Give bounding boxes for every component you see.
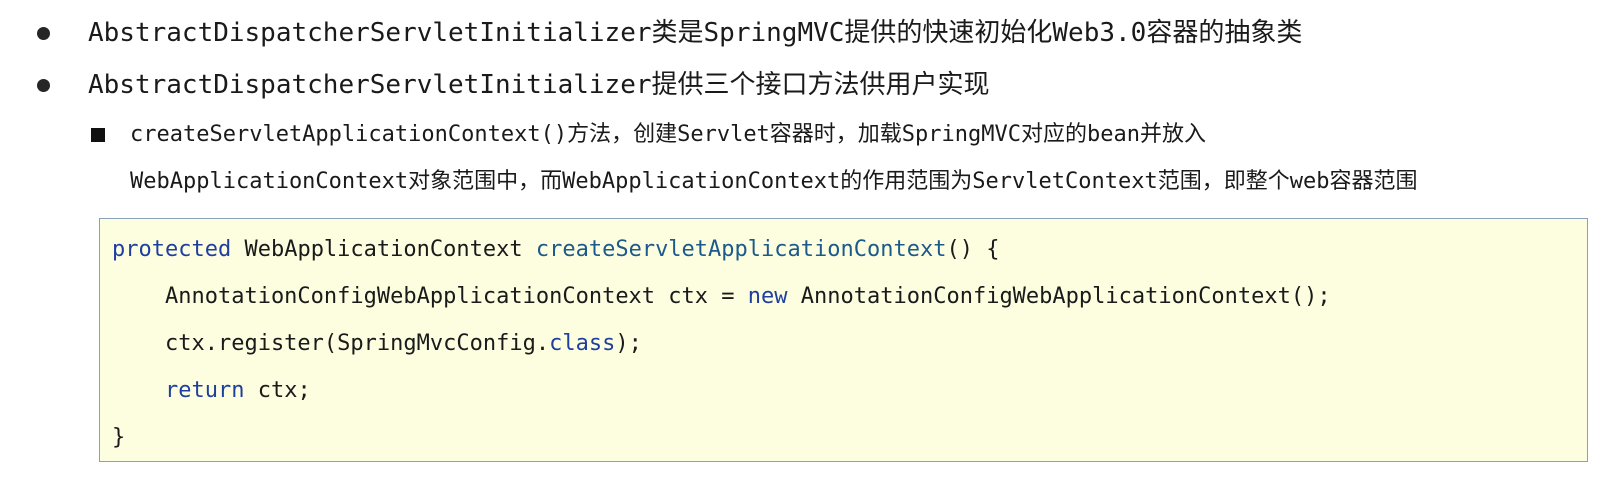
code-text: WebApplicationContext [231, 237, 536, 262]
code-text: () { [946, 237, 1000, 262]
bullet-text-1: AbstractDispatcherServletInitializer类是Sp… [88, 18, 1303, 48]
code-keyword: protected [112, 237, 232, 262]
bullet-text-2: AbstractDispatcherServletInitializer提供三个… [88, 70, 990, 100]
code-block: protected WebApplicationContext createSe… [99, 218, 1588, 462]
sub-bullet-square [91, 128, 105, 142]
code-text: AnnotationConfigWebApplicationContext ct… [112, 284, 748, 309]
code-keyword: return [164, 378, 245, 403]
bullet-dot-2 [37, 79, 50, 92]
code-line-3: ctx.register(SpringMvcConfig.class); [112, 329, 642, 359]
bullet-dot-1 [37, 27, 50, 40]
code-line-2: AnnotationConfigWebApplicationContext ct… [112, 282, 1331, 312]
code-method-name: createServletApplicationContext [535, 237, 947, 262]
code-line-1: protected WebApplicationContext createSe… [112, 235, 999, 265]
code-text: ctx; [244, 378, 311, 403]
code-line-4: return ctx; [112, 376, 311, 406]
code-text: AnnotationConfigWebApplicationContext(); [787, 284, 1331, 309]
sub-bullet-text-line-1: createServletApplicationContext()方法，创建Se… [130, 122, 1206, 147]
code-keyword: class [549, 331, 616, 356]
sub-bullet-text-line-2: WebApplicationContext对象范围中，而WebApplicati… [130, 169, 1418, 194]
code-text: ctx.register(SpringMvcConfig. [112, 331, 550, 356]
code-text: ); [615, 331, 642, 356]
code-line-5: } [112, 425, 126, 450]
code-keyword: new [747, 284, 788, 309]
